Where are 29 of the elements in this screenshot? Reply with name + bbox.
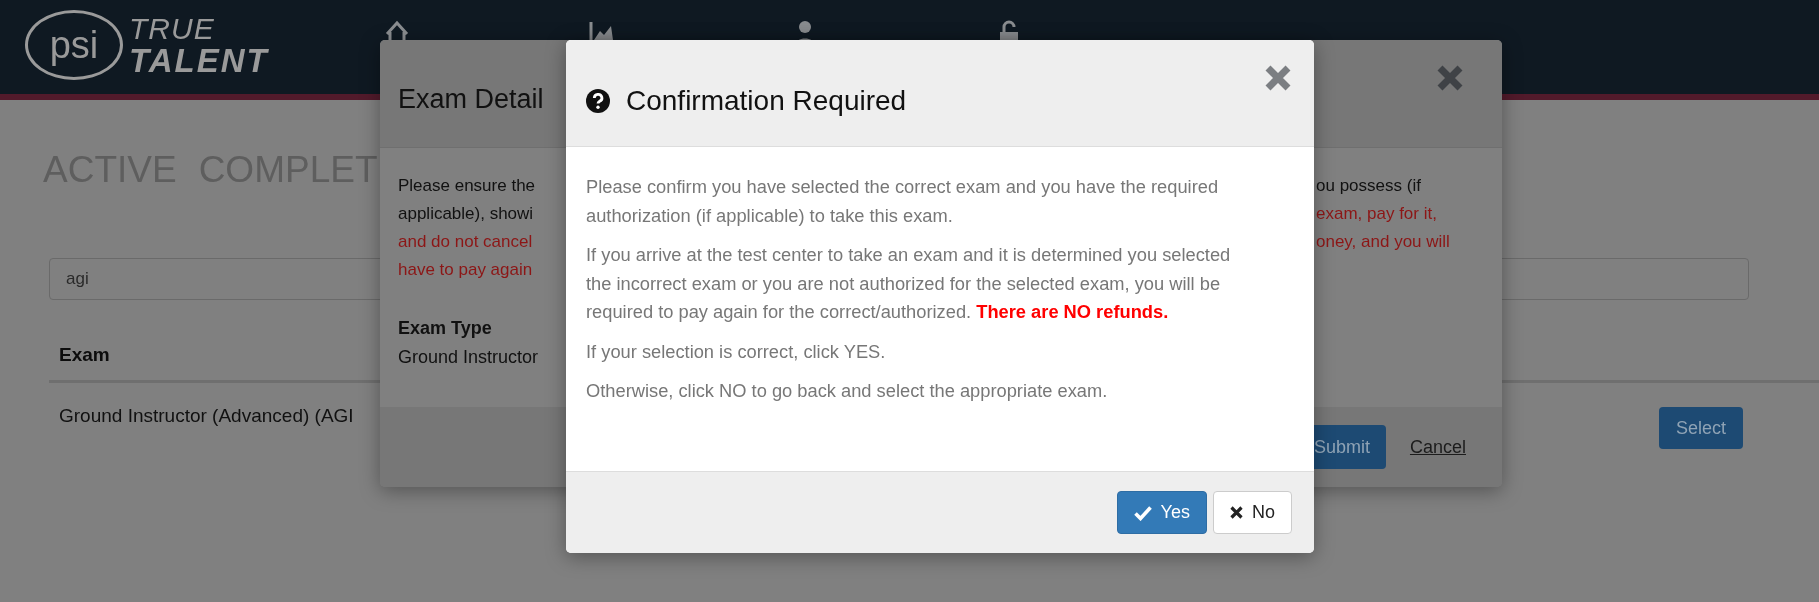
paragraph: Otherwise, click NO to go back and select the appropriate exam. (586, 379, 1109, 403)
logo-text: TRUE (129, 13, 216, 44)
field-value: Ground Instructor (398, 347, 539, 367)
text-line: oney, and you will (1316, 232, 1450, 251)
logo-mark: psi (25, 10, 123, 80)
text-line: exam, pay for it, (1316, 204, 1437, 223)
no-button[interactable]: No (1213, 491, 1292, 534)
help-icon (586, 89, 610, 113)
text-line: and do not cancel (398, 232, 533, 251)
field-label: Exam Type (398, 318, 492, 338)
close-icon (1230, 506, 1243, 519)
text-line: applicable), showi (398, 204, 534, 223)
select-button[interactable]: Select (1658, 407, 1743, 450)
cancel-link[interactable]: Cancel (1409, 436, 1466, 458)
yes-button[interactable]: Yes (1116, 491, 1207, 534)
paragraph: Please confirm you have selected the correct exam and you have the required authorization (if applicable) to take this exam. (586, 175, 1220, 228)
paragraph: If your selection is correct, click YES. (586, 339, 887, 364)
dialog-title: Exam Detail (398, 84, 544, 115)
column-header: Exam (59, 344, 110, 366)
text-line: ou possess (if (1316, 176, 1421, 195)
text-line: have to pay again (398, 260, 533, 279)
paragraph: If you arrive at the test center to take an exam and it is determined you selected the incorrect exam or you are not authorized for the selected exam, you will be required to pay again for the correct/authorized. There are NO refunds. (586, 243, 1232, 324)
text-line: Please ensure the (398, 176, 536, 195)
close-icon (1436, 64, 1464, 92)
table-cell: Ground Instructor (Advanced) (AGI (59, 405, 354, 428)
check-icon (1133, 504, 1152, 521)
logo-text: TALENT (129, 43, 269, 77)
dialog-title: Confirmation Required (626, 85, 907, 117)
close-icon (1264, 64, 1292, 92)
